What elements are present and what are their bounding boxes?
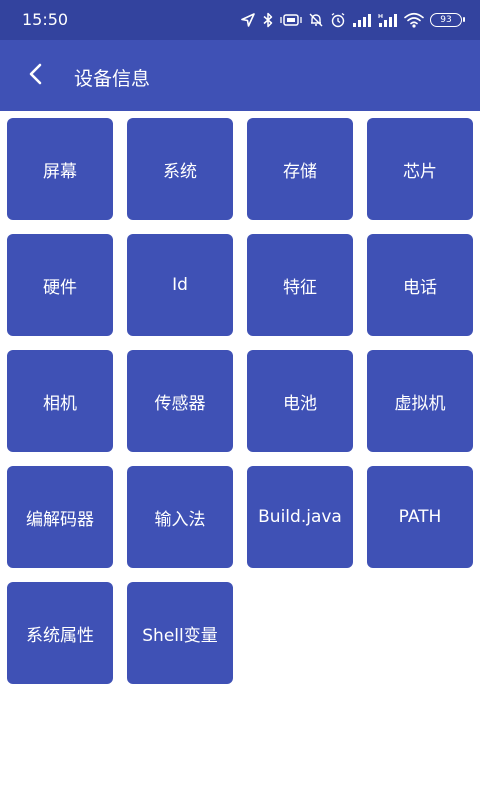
location-icon [240, 12, 256, 28]
tile-path[interactable]: PATH [367, 466, 473, 568]
status-bar: 15:50 93 [0, 0, 480, 40]
page-title: 设备信息 [74, 68, 151, 90]
tile-system[interactable]: 系统 [127, 118, 233, 220]
tile-hardware[interactable]: 硬件 [7, 234, 113, 336]
vibrate-icon [280, 13, 302, 27]
battery-icon: 93 [430, 13, 465, 27]
tile-id[interactable]: Id [127, 234, 233, 336]
status-time: 15:50 [22, 10, 69, 29]
tile-camera[interactable]: 相机 [7, 350, 113, 452]
signal-icon [352, 13, 372, 27]
back-button[interactable] [16, 54, 56, 98]
tile-build-java[interactable]: Build.java [247, 466, 353, 568]
tile-storage[interactable]: 存储 [247, 118, 353, 220]
battery-level: 93 [440, 14, 452, 25]
wifi-icon [404, 12, 424, 28]
tile-features[interactable]: 特征 [247, 234, 353, 336]
tile-shell-variables[interactable]: Shell变量 [127, 582, 233, 684]
tile-phone[interactable]: 电话 [367, 234, 473, 336]
bluetooth-icon [262, 12, 274, 28]
signal-hd-icon [378, 13, 398, 27]
back-arrow-icon[interactable] [26, 62, 46, 90]
tile-codecs[interactable]: 编解码器 [7, 466, 113, 568]
alarm-icon [330, 12, 346, 28]
status-icons: 93 [240, 9, 465, 31]
tile-sensors[interactable]: 传感器 [127, 350, 233, 452]
mute-bell-icon [308, 12, 324, 28]
tile-chip[interactable]: 芯片 [367, 118, 473, 220]
tile-virtual-machine[interactable]: 虚拟机 [367, 350, 473, 452]
tile-system-properties[interactable]: 系统属性 [7, 582, 113, 684]
app-bar: 设备信息 [0, 40, 480, 111]
tile-input-method[interactable]: 输入法 [127, 466, 233, 568]
tile-screen[interactable]: 屏幕 [7, 118, 113, 220]
tile-battery[interactable]: 电池 [247, 350, 353, 452]
